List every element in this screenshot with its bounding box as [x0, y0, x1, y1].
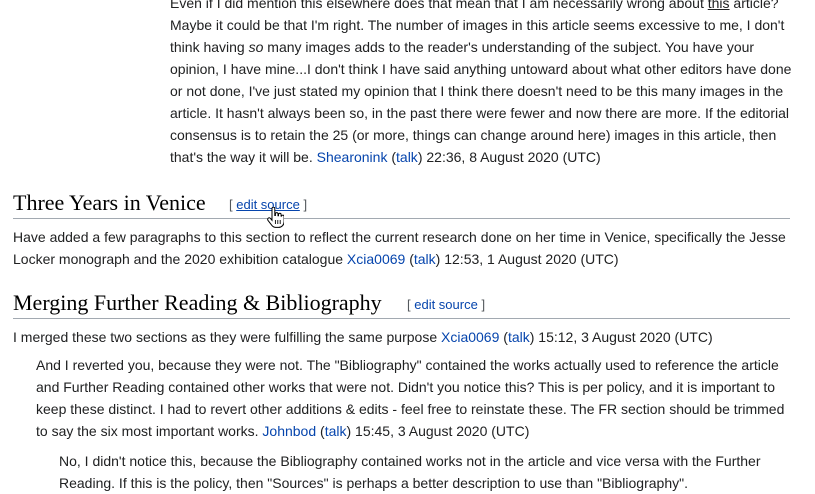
comment-text: Even if I did mention this elsewhere doe…	[170, 0, 708, 11]
section-heading-venice: Three Years in Venice [ edit source ]	[13, 190, 790, 219]
section-heading-merging: Merging Further Reading & Bibliography […	[13, 290, 790, 319]
user-link-johnbod[interactable]: Johnbod	[262, 423, 316, 439]
comment-text: I merged these two sections as they were…	[13, 329, 441, 345]
comment-text: many images adds to the reader's underst…	[170, 39, 792, 165]
venice-comment: Have added a few paragraphs to this sect…	[13, 229, 786, 267]
merging-comment-1: I merged these two sections as they were…	[13, 329, 713, 345]
this-link[interactable]: this	[708, 0, 730, 11]
talk-link[interactable]: talk	[396, 149, 418, 165]
edit-section: [ edit source ]	[407, 297, 485, 312]
top-comment: Even if I did mention this elsewhere doe…	[170, 0, 795, 168]
comment-text: No, I didn't notice this, because the Bi…	[59, 453, 761, 491]
timestamp: 15:12, 3 August 2020 (UTC)	[534, 329, 713, 345]
talk-link[interactable]: talk	[325, 423, 347, 439]
section-title: Three Years in Venice	[13, 190, 206, 215]
talk-link[interactable]: talk	[414, 251, 436, 267]
edit-source-link[interactable]: edit source	[414, 297, 478, 312]
timestamp: 22:36, 8 August 2020 (UTC)	[422, 149, 601, 165]
merging-comment-3: No, I didn't notice this, because the Bi…	[59, 450, 792, 494]
user-link-shearonink[interactable]: Shearonink	[317, 149, 388, 165]
bracket-close: ]	[477, 297, 486, 312]
emphasis-so: so	[248, 39, 264, 55]
merging-comment-2: And I reverted you, because they were no…	[36, 357, 785, 439]
bracket-close: ]	[299, 197, 308, 212]
section-title: Merging Further Reading & Bibliography	[13, 290, 382, 315]
timestamp: 12:53, 1 August 2020 (UTC)	[440, 251, 619, 267]
user-link-xcia0069[interactable]: Xcia0069	[347, 251, 405, 267]
timestamp: 15:45, 3 August 2020 (UTC)	[351, 423, 530, 439]
talk-link[interactable]: talk	[508, 329, 530, 345]
user-link-xcia0069[interactable]: Xcia0069	[441, 329, 499, 345]
